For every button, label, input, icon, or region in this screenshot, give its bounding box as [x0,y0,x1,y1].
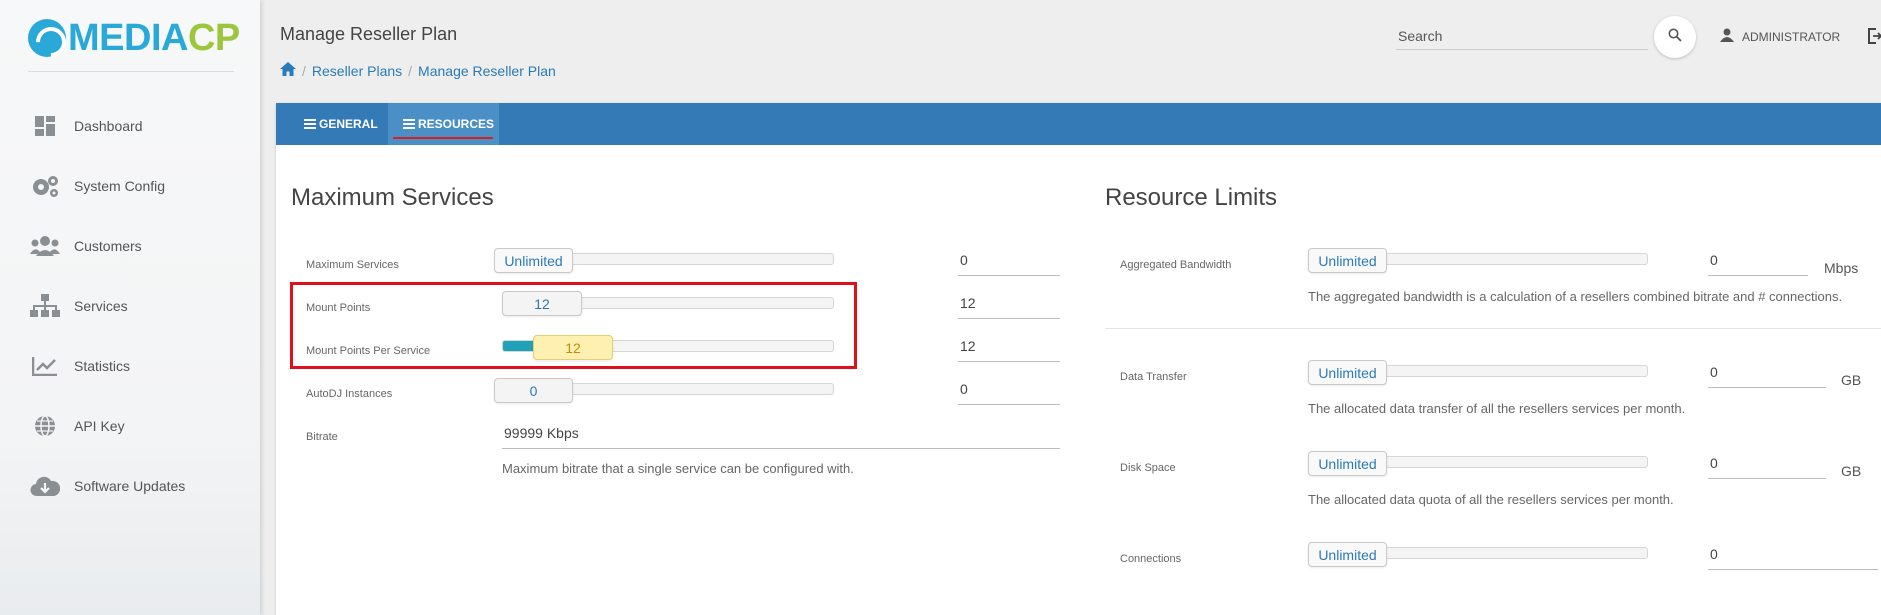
tab-label: GENERAL [319,117,378,131]
page-title: Manage Reseller Plan [280,24,458,44]
row-label-maximum-services: Maximum Services [306,259,399,271]
cloud-download-icon [30,473,60,499]
row-label-connections: Connections [1120,553,1182,565]
breadcrumb-separator: / [408,62,413,79]
data-transfer-slider-handle[interactable]: Unlimited [1308,360,1387,385]
sidebar-item-api-key[interactable]: API Key [0,396,260,456]
users-icon [30,233,60,259]
maximum-services-slider-handle[interactable]: Unlimited [494,248,573,273]
sidebar-item-label: API Key [74,418,125,434]
resource-limits-title: Resource Limits [1105,184,1278,211]
tab-label: RESOURCES [418,117,495,131]
breadcrumb-separator: / [302,62,306,79]
sitemap-icon [30,293,60,319]
search-icon [1668,28,1682,47]
sidebar: MEDIACP Dashboard System Config Customer… [0,0,260,615]
mount-points-value[interactable]: 12 [958,295,1060,319]
row-label-data-transfer: Data Transfer [1120,371,1187,383]
tab-resources[interactable]: RESOURCES [388,103,499,145]
row-label-aggregated-bandwidth: Aggregated Bandwidth [1120,259,1232,271]
sidebar-item-customers[interactable]: Customers [0,216,260,276]
active-tab-indicator [393,137,493,139]
unit-mbps: Mbps [1824,260,1859,276]
row-label-disk-space: Disk Space [1120,462,1176,474]
sidebar-item-software-updates[interactable]: Software Updates [0,456,260,516]
sidebar-item-label: Services [74,298,128,314]
maximum-services-value[interactable]: 0 [958,252,1060,276]
sidebar-item-label: Statistics [74,358,131,374]
autodj-instances-value[interactable]: 0 [958,381,1060,405]
connections-slider-handle[interactable]: Unlimited [1308,542,1387,567]
sign-out-icon [1868,28,1881,48]
search-field [1396,24,1648,50]
data-transfer-help-text: The allocated data transfer of all the r… [1308,401,1686,416]
mount-points-per-service-value[interactable]: 12 [958,338,1060,362]
search-button[interactable] [1654,16,1696,58]
row-label-bitrate: Bitrate [306,431,338,443]
logo-text: MEDIACP [68,17,240,59]
sidebar-item-system-config[interactable]: System Config [0,156,260,216]
sidebar-item-statistics[interactable]: Statistics [0,336,260,396]
sidebar-nav: Dashboard System Config Customers Servic… [0,96,260,516]
disk-space-slider-handle[interactable]: Unlimited [1308,451,1387,476]
max-services-title: Maximum Services [291,184,494,211]
breadcrumb-manage-reseller-plan[interactable]: Manage Reseller Plan [418,63,556,79]
user-name: ADMINISTRATOR [1742,29,1841,44]
bars-icon [403,119,415,129]
tab-bar: GENERAL RESOURCES [276,103,1881,145]
tab-general[interactable]: GENERAL [304,103,378,145]
sidebar-item-label: Dashboard [74,118,143,134]
home-icon[interactable] [280,62,296,79]
bars-icon [304,119,316,129]
connections-value[interactable]: 0 [1708,546,1878,570]
unit-gb: GB [1841,463,1862,479]
sidebar-item-label: Customers [74,238,142,254]
search-input[interactable] [1396,24,1648,48]
logout-button[interactable] [1868,28,1881,49]
bitrate-help-text: Maximum bitrate that a single service ca… [502,461,854,476]
breadcrumb-reseller-plans[interactable]: Reseller Plans [312,63,402,79]
globe-icon [30,413,60,439]
aggregated-bandwidth-value[interactable]: 0 [1708,252,1808,276]
section-divider [1105,328,1881,329]
user-menu[interactable]: ADMINISTRATOR [1720,28,1840,45]
breadcrumb: / Reseller Plans / Manage Reseller Plan [280,62,556,79]
sidebar-item-dashboard[interactable]: Dashboard [0,96,260,156]
sidebar-divider [28,71,234,72]
logo[interactable]: MEDIACP [28,16,240,60]
disk-space-value[interactable]: 0 [1708,455,1826,479]
sidebar-item-services[interactable]: Services [0,276,260,336]
autodj-instances-slider-handle[interactable]: 0 [494,378,573,403]
chart-line-icon [30,353,60,379]
data-transfer-value[interactable]: 0 [1708,364,1826,388]
sidebar-item-label: Software Updates [74,478,186,494]
row-label-autodj-instances: AutoDJ Instances [306,388,393,400]
disk-space-help-text: The allocated data quota of all the rese… [1308,492,1674,507]
sidebar-item-label: System Config [74,178,166,194]
user-icon [1720,28,1734,45]
dashboard-icon [30,113,60,139]
unit-gb: GB [1841,372,1862,388]
gears-icon [30,173,60,199]
aggregated-bandwidth-slider-handle[interactable]: Unlimited [1308,248,1387,273]
aggregated-bandwidth-help-text: The aggregated bandwidth is a calculatio… [1308,289,1843,304]
logo-mark-icon [28,19,66,57]
highlight-annotation [290,282,857,369]
bitrate-input[interactable]: 99999 Kbps [502,425,1060,449]
